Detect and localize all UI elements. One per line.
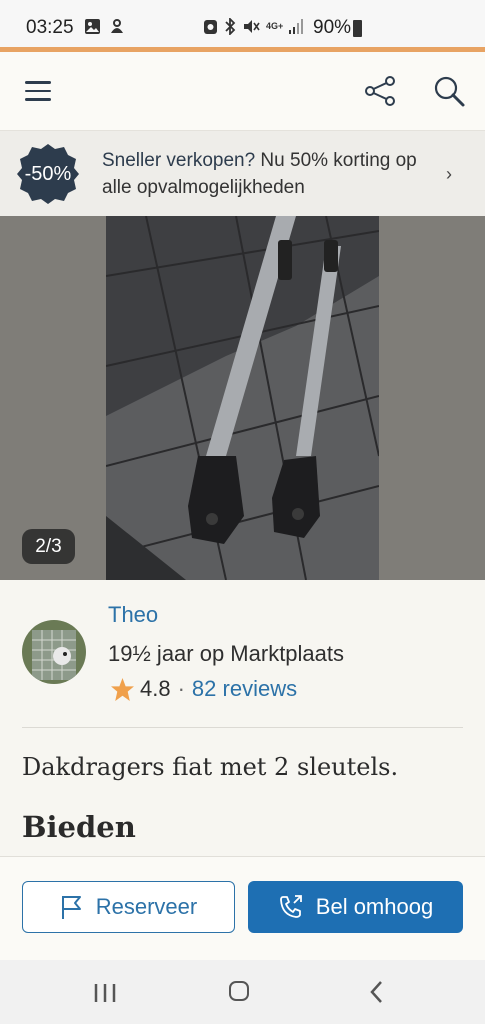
seller-membership: 19½ jaar op Marktplaats [108,641,345,666]
reserve-button-label: Reserveer [95,894,198,919]
battery-percentage: 90% [313,17,352,38]
call-button[interactable]: Bel omhoog [248,881,463,933]
home-icon[interactable] [229,981,249,1001]
bluetooth-icon [225,18,236,35]
rating-separator: · [177,676,185,701]
hamburger-icon[interactable] [25,81,51,101]
mute-icon [244,20,260,33]
back-icon[interactable] [368,980,386,1004]
star-icon [111,677,134,701]
seller-rating: 4.8 · 82 reviews [110,676,297,702]
battery-icon [353,20,362,37]
reserve-button[interactable]: Reserveer [22,881,235,933]
signal-icon [289,19,303,34]
discount-badge-label: -50% [24,162,72,185]
share-icon[interactable] [363,74,397,108]
status-right-icons: 4G+ [203,18,304,35]
promo-text[interactable]: Sneller verkopen? Nu 50% korting op alle… [102,147,427,201]
notification-icon [111,19,123,33]
promo-text-bold: Sneller verkopen? [102,150,256,171]
phone-icon [279,895,302,918]
reviews-link[interactable]: 82 reviews [192,676,297,702]
network-type: 4G+ [266,21,284,31]
status-left-icons [84,18,125,35]
status-time: 03:25 [26,17,74,38]
listing-photo[interactable] [106,216,379,580]
search-icon[interactable] [432,74,468,110]
app-header [0,52,485,131]
roof-bars-image [106,216,379,580]
seller-name-link[interactable]: Theo [108,602,158,628]
status-bar: 03:25 4G+ 90% [0,0,485,48]
gallery-counter: 2/3 [22,529,75,564]
listing-title: Dakdragers fiat met 2 sleutels. [22,753,399,781]
rating-value: 4.8 [140,676,171,701]
chevron-right-icon[interactable]: › [446,164,452,185]
avatar[interactable] [22,620,86,684]
app-icon [204,20,217,34]
image-icon [85,19,100,34]
divider [22,727,463,728]
listing-price: Bieden [22,810,136,844]
call-button-label: Bel omhoog [315,894,434,919]
recent-apps-icon[interactable] [93,983,117,1003]
flag-icon [61,896,81,919]
